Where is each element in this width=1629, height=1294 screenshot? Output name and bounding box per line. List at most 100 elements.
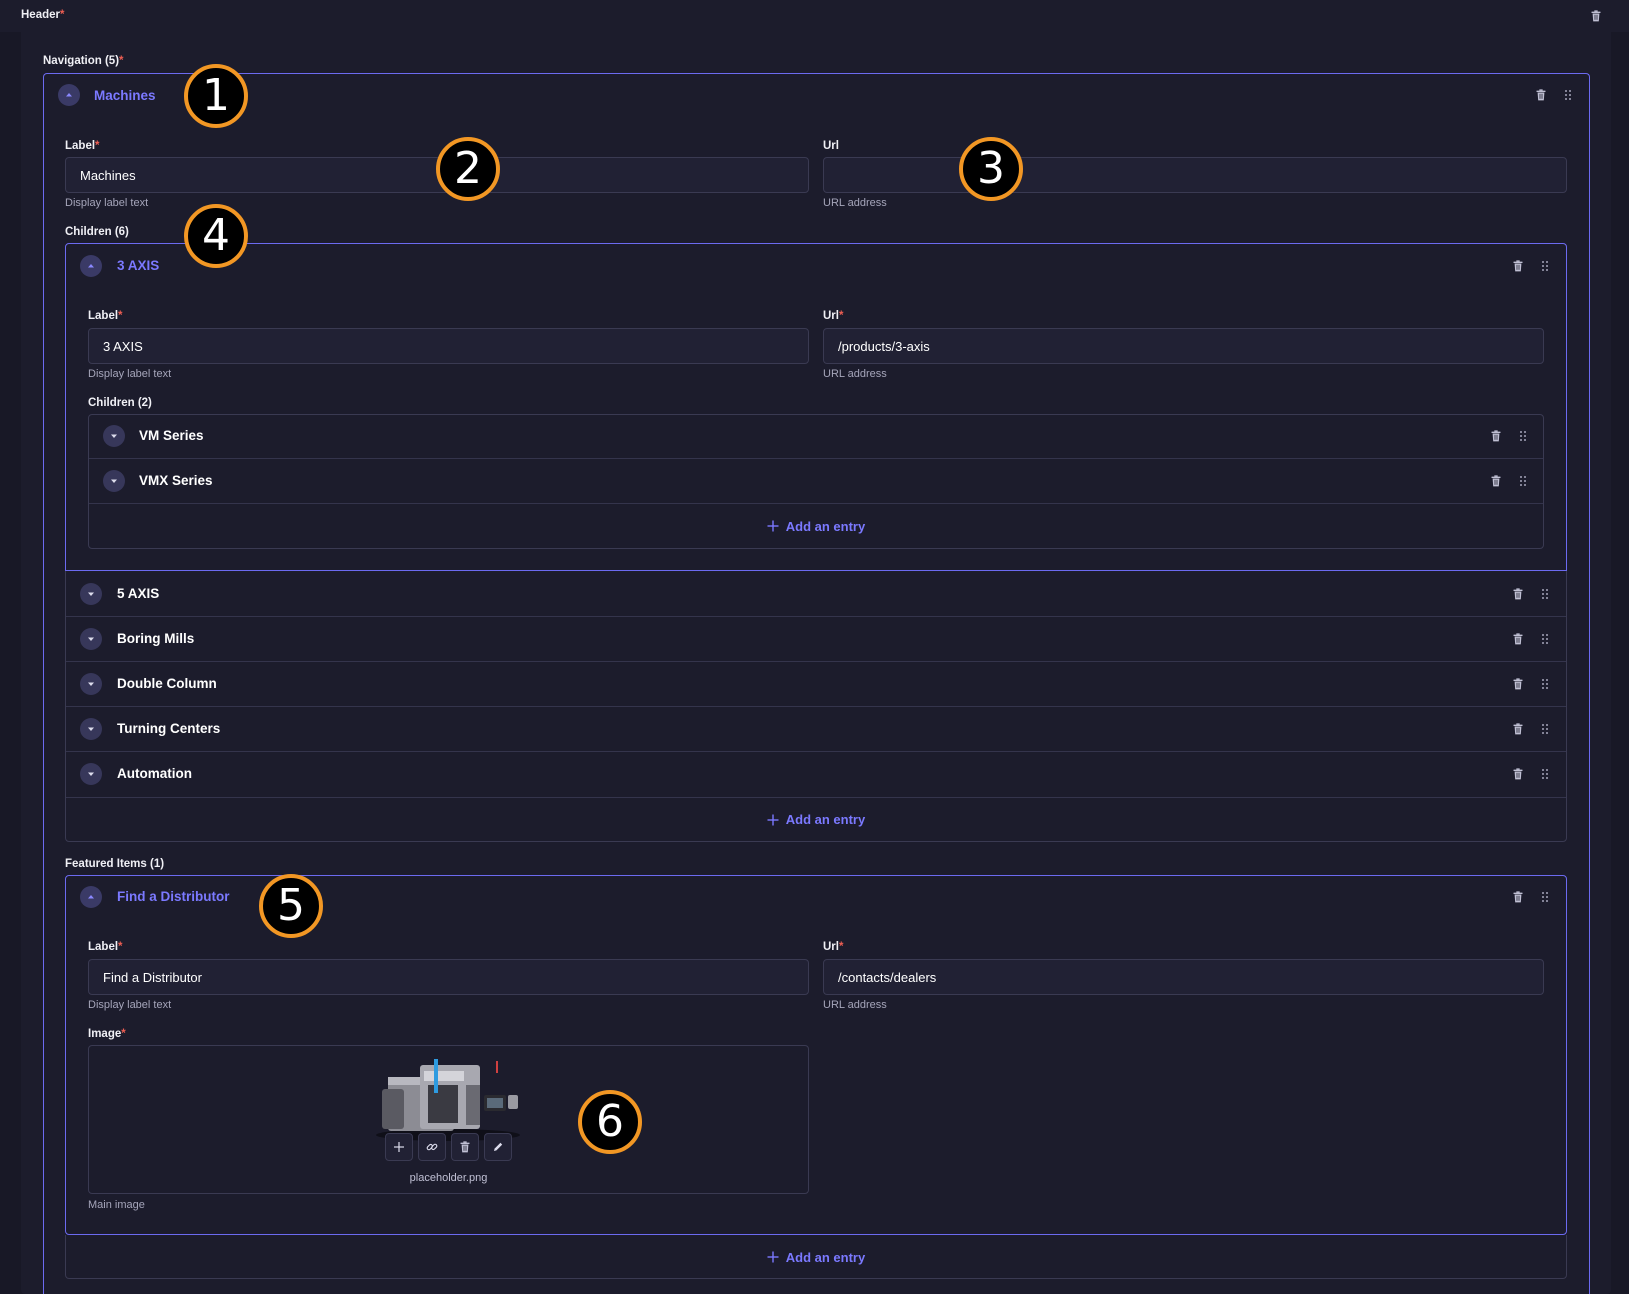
distributor-label-input[interactable] bbox=[88, 959, 809, 995]
row-divider bbox=[66, 706, 1566, 707]
plus-icon bbox=[767, 1251, 779, 1263]
trash-icon bbox=[459, 1141, 471, 1153]
header-bar bbox=[0, 0, 1629, 32]
expand-vmx-series-button[interactable] bbox=[103, 470, 125, 492]
double-column-title[interactable]: Double Column bbox=[117, 676, 217, 691]
collapse-machines-button[interactable] bbox=[58, 84, 80, 106]
drag-handle-icon bbox=[1539, 768, 1551, 780]
boring-mills-title[interactable]: Boring Mills bbox=[117, 631, 194, 646]
automation-delete-button[interactable] bbox=[1510, 766, 1526, 782]
drag-handle-icon bbox=[1539, 678, 1551, 690]
annotation-badge-1: 1 bbox=[184, 64, 248, 128]
automation-drag-handle[interactable] bbox=[1537, 766, 1553, 782]
collapse-3-axis-button[interactable] bbox=[80, 255, 102, 277]
3-axis-title[interactable]: 3 AXIS bbox=[117, 258, 159, 273]
featured-add-entry-button[interactable]: Add an entry bbox=[65, 1235, 1567, 1279]
vm-series-title[interactable]: VM Series bbox=[139, 428, 204, 443]
3-axis-add-entry-button[interactable]: Add an entry bbox=[89, 504, 1543, 548]
chevron-down-icon bbox=[86, 724, 96, 734]
machines-drag-handle[interactable] bbox=[1560, 87, 1576, 103]
image-delete-button[interactable] bbox=[451, 1133, 479, 1161]
3-axis-delete-button[interactable] bbox=[1510, 258, 1526, 274]
find-a-distributor-delete-button[interactable] bbox=[1510, 889, 1526, 905]
turning-centers-drag-handle[interactable] bbox=[1537, 721, 1553, 737]
drag-handle-icon bbox=[1539, 260, 1551, 272]
drag-handle-icon bbox=[1562, 89, 1574, 101]
image-hint: Main image bbox=[88, 1199, 145, 1211]
expand-5-axis-button[interactable] bbox=[80, 583, 102, 605]
machines-url-field-label: Url bbox=[823, 140, 839, 152]
boring-mills-drag-handle[interactable] bbox=[1537, 631, 1553, 647]
3-axis-label-hint: Display label text bbox=[88, 368, 172, 380]
annotation-badge-2: 2 bbox=[436, 137, 500, 201]
vm-series-drag-handle[interactable] bbox=[1515, 428, 1531, 444]
turning-centers-delete-button[interactable] bbox=[1510, 721, 1526, 737]
machines-url-input[interactable] bbox=[823, 157, 1567, 193]
3-axis-children-label: Children (2) bbox=[88, 397, 152, 409]
double-column-delete-button[interactable] bbox=[1510, 676, 1526, 692]
image-add-button[interactable] bbox=[385, 1133, 413, 1161]
vm-series-delete-button[interactable] bbox=[1488, 428, 1504, 444]
image-link-button[interactable] bbox=[418, 1133, 446, 1161]
distributor-url-field-label: Url* bbox=[823, 941, 844, 953]
3-axis-drag-handle[interactable] bbox=[1537, 258, 1553, 274]
machines-url-hint: URL address bbox=[823, 197, 887, 209]
trash-icon bbox=[1512, 260, 1524, 272]
3-axis-label-input[interactable] bbox=[88, 328, 809, 364]
navigation-label: Navigation (5)* bbox=[43, 55, 124, 67]
distributor-url-hint: URL address bbox=[823, 999, 887, 1011]
drag-handle-icon bbox=[1539, 633, 1551, 645]
machine-thumbnail-image bbox=[376, 1059, 520, 1141]
drag-handle-icon bbox=[1539, 588, 1551, 600]
trash-icon bbox=[1490, 475, 1502, 487]
trash-icon bbox=[1512, 723, 1524, 735]
featured-items-label: Featured Items (1) bbox=[65, 858, 165, 870]
machines-delete-button[interactable] bbox=[1533, 87, 1549, 103]
plus-icon bbox=[767, 814, 779, 826]
chevron-up-icon bbox=[64, 90, 74, 100]
annotation-badge-4: 4 bbox=[184, 204, 248, 268]
3-axis-url-input[interactable] bbox=[823, 328, 1544, 364]
annotation-badge-3: 3 bbox=[959, 137, 1023, 201]
chevron-down-icon bbox=[86, 769, 96, 779]
expand-vm-series-button[interactable] bbox=[103, 425, 125, 447]
drag-handle-icon bbox=[1517, 430, 1529, 442]
trash-icon bbox=[1512, 891, 1524, 903]
5-axis-delete-button[interactable] bbox=[1510, 586, 1526, 602]
header-label: Header* bbox=[21, 9, 65, 21]
automation-title[interactable]: Automation bbox=[117, 766, 192, 781]
boring-mills-delete-button[interactable] bbox=[1510, 631, 1526, 647]
turning-centers-title[interactable]: Turning Centers bbox=[117, 721, 220, 736]
5-axis-title[interactable]: 5 AXIS bbox=[117, 586, 159, 601]
double-column-drag-handle[interactable] bbox=[1537, 676, 1553, 692]
children-add-entry-button[interactable]: Add an entry bbox=[66, 798, 1566, 841]
drag-handle-icon bbox=[1539, 723, 1551, 735]
find-a-distributor-title[interactable]: Find a Distributor bbox=[117, 889, 230, 904]
expand-turning-centers-button[interactable] bbox=[80, 718, 102, 740]
distributor-url-input[interactable] bbox=[823, 959, 1544, 995]
header-delete-button[interactable] bbox=[1588, 8, 1604, 24]
trash-icon bbox=[1512, 768, 1524, 780]
vmx-series-title[interactable]: VMX Series bbox=[139, 473, 213, 488]
3-axis-url-field-label: Url* bbox=[823, 310, 844, 322]
find-a-distributor-drag-handle[interactable] bbox=[1537, 889, 1553, 905]
pencil-icon bbox=[492, 1141, 504, 1153]
expand-boring-mills-button[interactable] bbox=[80, 628, 102, 650]
expand-double-column-button[interactable] bbox=[80, 673, 102, 695]
drag-handle-icon bbox=[1539, 891, 1551, 903]
collapse-find-a-distributor-button[interactable] bbox=[80, 886, 102, 908]
trash-icon bbox=[1512, 633, 1524, 645]
machines-title[interactable]: Machines bbox=[94, 88, 156, 103]
expand-automation-button[interactable] bbox=[80, 763, 102, 785]
row-divider bbox=[66, 751, 1566, 752]
machines-label-hint: Display label text bbox=[65, 197, 149, 209]
distributor-label-field-label: Label* bbox=[88, 941, 123, 953]
trash-icon bbox=[1512, 588, 1524, 600]
vmx-series-drag-handle[interactable] bbox=[1515, 473, 1531, 489]
5-axis-drag-handle[interactable] bbox=[1537, 586, 1553, 602]
3-axis-label-field-label: Label* bbox=[88, 310, 123, 322]
3-axis-url-hint: URL address bbox=[823, 368, 887, 380]
image-edit-button[interactable] bbox=[484, 1133, 512, 1161]
vmx-series-delete-button[interactable] bbox=[1488, 473, 1504, 489]
trash-icon bbox=[1535, 89, 1547, 101]
